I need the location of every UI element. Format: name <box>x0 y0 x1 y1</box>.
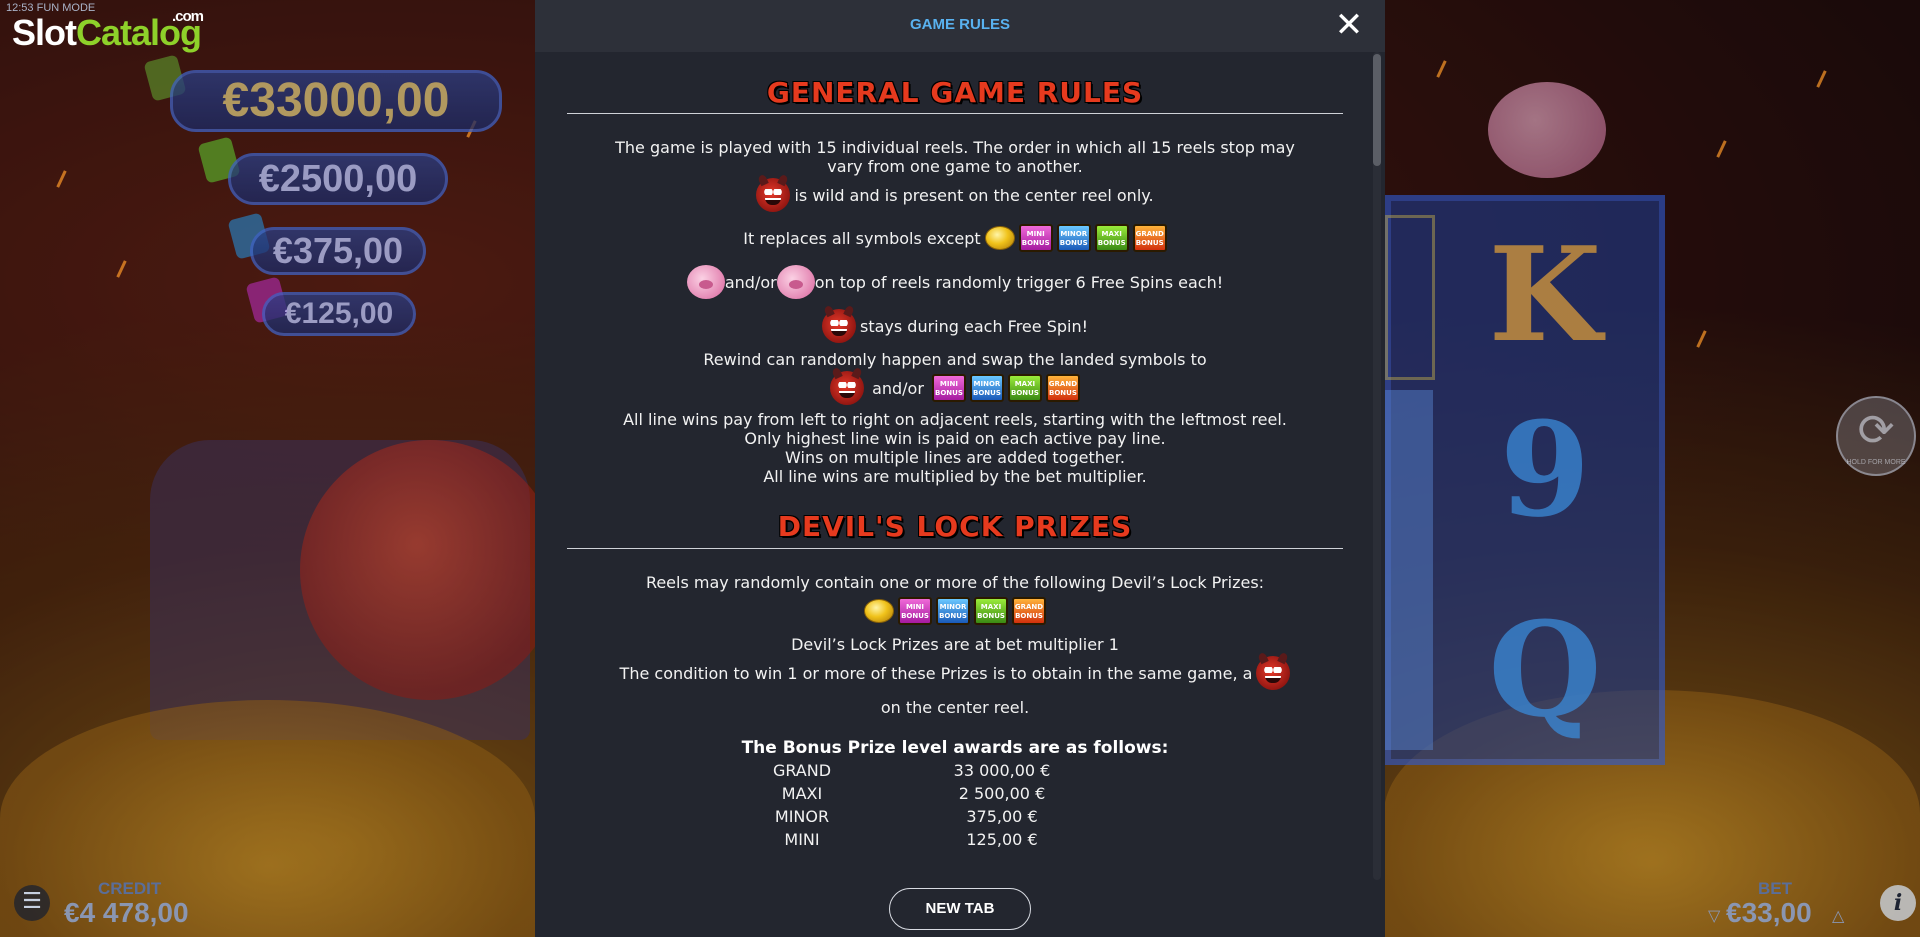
mini-bonus-icon: MINI BONUS <box>931 374 966 402</box>
award-amount: 2 500,00 € <box>958 784 1046 803</box>
reel-symbol-k: K <box>1488 218 1602 371</box>
award-level: MINOR <box>774 807 830 826</box>
close-button[interactable]: ✕ <box>1333 8 1365 42</box>
jackpot-mini: €125,00 <box>262 292 416 336</box>
wild-rule: is wild and is present on the center ree… <box>567 178 1343 212</box>
grand-bonus-icon: GRAND BONUS <box>1132 224 1167 252</box>
new-tab-button[interactable]: NEW TAB <box>889 888 1031 930</box>
prize-symbols-row: MINI BONUS MINOR BONUS MAXI BONUS GRAND … <box>567 596 1343 626</box>
credit-label: CREDIT <box>98 879 162 898</box>
minor-bonus-icon: MINOR BONUS <box>936 597 970 625</box>
reel-highlight-frame <box>1385 215 1435 380</box>
devil-wild-icon <box>821 309 856 343</box>
jackpot-maxi: €2500,00 <box>228 153 448 205</box>
condition-rule: The condition to win 1 or more of these … <box>567 656 1343 690</box>
devil-character-illustration <box>300 440 560 700</box>
scrollbar-thumb[interactable] <box>1373 54 1381 166</box>
award-row: GRAND 33 000,00 € <box>535 761 1385 783</box>
modal-header: GAME RULES ✕ <box>535 0 1385 52</box>
free-spins-rule: and/or on top of reels randomly trigger … <box>567 264 1343 300</box>
rules-text: All line wins pay from left to right on … <box>623 410 1287 429</box>
reel-symbol-q: Q <box>1488 593 1602 746</box>
section-divider <box>567 113 1343 114</box>
logo-part-slot: Slot <box>12 12 77 53</box>
spin-button[interactable]: ⟳ HOLD FOR MORE <box>1836 396 1916 476</box>
credit-value: €4 478,00 <box>64 897 189 928</box>
scrollbar-track[interactable] <box>1373 52 1381 880</box>
logo-suffix: .com <box>172 8 204 25</box>
maxi-bonus-icon: MAXI BONUS <box>1007 374 1042 402</box>
rules-text: Only highest line win is paid on each ac… <box>744 429 1166 448</box>
reel-column <box>1385 390 1433 750</box>
bet-increase-button[interactable]: △ <box>1832 906 1844 925</box>
rules-text: Reels may randomly contain one or more o… <box>645 573 1265 592</box>
rules-text: is wild and is present on the center ree… <box>794 185 1154 205</box>
award-level: MINI <box>784 830 820 849</box>
rules-text: Rewind can randomly happen and swap the … <box>703 350 1207 369</box>
maxi-bonus-icon: MAXI BONUS <box>1094 224 1129 252</box>
rules-text: on the center reel. <box>880 698 1030 717</box>
jackpot-minor: €375,00 <box>250 227 426 275</box>
game-rules-modal: GAME RULES ✕ GENERAL GAME RULES The game… <box>535 0 1385 937</box>
grand-bonus-icon: GRAND BONUS <box>1045 374 1080 402</box>
minor-bonus-icon: MINOR BONUS <box>1056 224 1091 252</box>
rules-text: Wins on multiple lines are added togethe… <box>785 448 1125 467</box>
rules-text: and/or <box>724 272 777 292</box>
award-amount: 33 000,00 € <box>953 761 1051 780</box>
rules-text: The condition to win 1 or more of these … <box>619 663 1253 683</box>
grand-bonus-icon: GRAND BONUS <box>1012 597 1046 625</box>
spin-hint: HOLD FOR MORE <box>1846 459 1906 466</box>
section-divider <box>567 548 1343 549</box>
piggy-bank-illustration <box>1488 82 1606 178</box>
rules-scroll-area[interactable]: GENERAL GAME RULES The game is played wi… <box>535 52 1385 880</box>
devils-lock-heading: DEVIL'S LOCK PRIZES <box>777 510 1133 543</box>
modal-title: GAME RULES <box>909 16 1010 33</box>
award-row: MAXI 2 500,00 € <box>535 784 1385 806</box>
menu-button[interactable]: ☰ <box>14 885 50 921</box>
rules-text: on top of reels randomly trigger 6 Free … <box>814 272 1224 292</box>
replaces-rule: It replaces all symbols except MINI BONU… <box>567 222 1343 254</box>
mini-bonus-icon: MINI BONUS <box>898 597 932 625</box>
spin-arrows-icon: ⟳ <box>1857 405 1895 456</box>
award-level: GRAND <box>772 761 832 780</box>
award-row: MINOR 375,00 € <box>535 807 1385 829</box>
award-level: MAXI <box>781 784 823 803</box>
rules-text: The game is played with 15 individual re… <box>615 138 1295 157</box>
info-button[interactable]: i <box>1880 885 1916 921</box>
rules-text: All line wins are multiplied by the bet … <box>763 467 1147 486</box>
minor-bonus-icon: MINOR BONUS <box>969 374 1004 402</box>
award-amount: 125,00 € <box>966 830 1038 849</box>
pig-icon <box>686 265 725 299</box>
reel-symbol-9: 9 <box>1499 393 1591 546</box>
rewind-symbols-rule: and/or MINI BONUS MINOR BONUS MAXI BONUS… <box>567 371 1343 405</box>
gold-coin-icon <box>864 599 894 623</box>
bet-label: BET <box>1758 879 1792 898</box>
award-row: MINI 125,00 € <box>535 830 1385 852</box>
slotcatalog-logo: SlotCatalog .com <box>12 8 204 54</box>
mini-bonus-icon: MINI BONUS <box>1018 224 1053 252</box>
info-icon: i <box>1893 890 1903 916</box>
maxi-bonus-icon: MAXI BONUS <box>974 597 1008 625</box>
hamburger-icon: ☰ <box>22 889 42 914</box>
bet-value: €33,00 <box>1726 897 1812 928</box>
devil-wild-icon <box>756 178 791 212</box>
rules-text: and/or <box>872 378 924 398</box>
award-amount: 375,00 € <box>966 807 1038 826</box>
bet-decrease-button[interactable]: ▽ <box>1708 906 1720 925</box>
devil-wild-icon <box>830 371 865 405</box>
gold-coin-icon <box>984 226 1015 250</box>
jackpot-grand: €33000,00 <box>170 70 502 132</box>
rules-text: Devil’s Lock Prizes are at bet multiplie… <box>791 635 1119 654</box>
awards-heading: The Bonus Prize level awards are as foll… <box>741 738 1169 758</box>
pig-icon <box>776 265 815 299</box>
stays-rule: stays during each Free Spin! <box>567 309 1343 343</box>
close-icon: ✕ <box>1334 5 1364 45</box>
rules-text: It replaces all symbols except <box>743 228 981 248</box>
rules-text: vary from one game to another. <box>827 157 1083 176</box>
rules-text: stays during each Free Spin! <box>859 316 1089 336</box>
devil-wild-icon <box>1256 656 1291 690</box>
general-rules-heading: GENERAL GAME RULES <box>766 76 1144 109</box>
